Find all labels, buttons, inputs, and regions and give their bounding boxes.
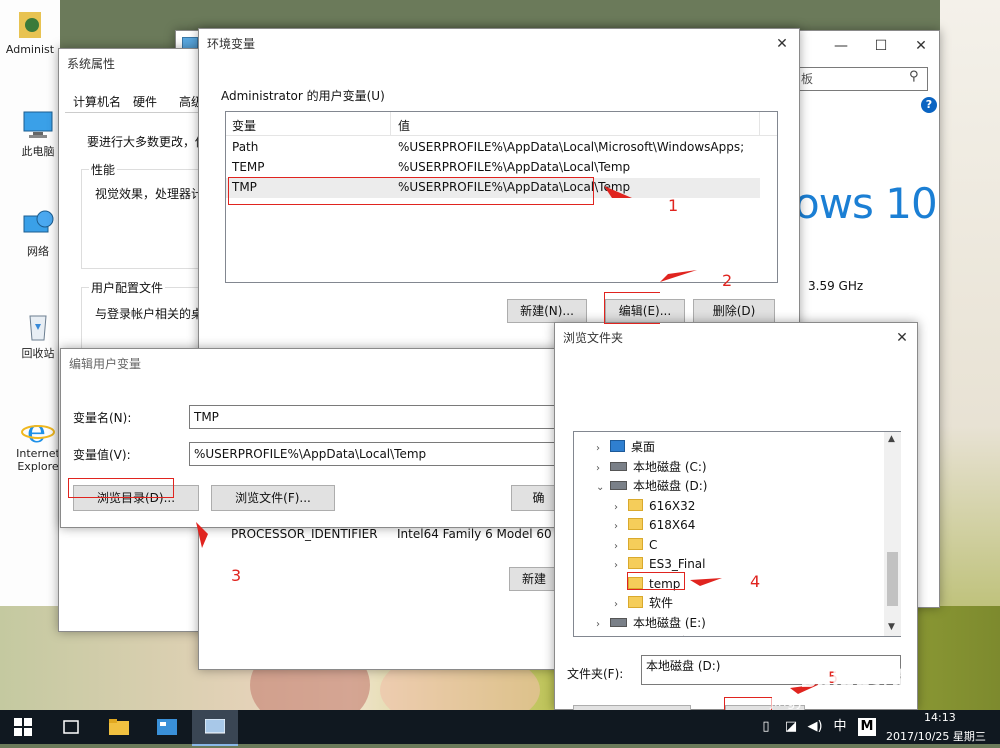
watermark-url: jingyan.baidu.com (770, 694, 900, 710)
watermark-brand: Baidu经验 (800, 662, 915, 694)
taskbar-system-properties[interactable] (192, 710, 238, 746)
watermark-brand-cn: 经验 (870, 668, 915, 693)
arrow-1-icon (604, 186, 632, 198)
annotation-4: 4 (750, 572, 761, 591)
task-view-icon (63, 720, 79, 734)
task-view-button[interactable] (48, 710, 94, 744)
annotation-3: 3 (231, 566, 242, 585)
clock-date[interactable]: 2017/10/25 星期三 (886, 728, 986, 744)
windows-start-icon (14, 718, 32, 736)
watermark-brand-text: Baidu (800, 668, 871, 693)
arrow-3-icon (196, 522, 208, 548)
arrow-4-icon (690, 578, 722, 586)
ime-indicator[interactable]: 中 (828, 710, 852, 744)
ime-mode-icon[interactable]: M (858, 718, 876, 736)
battery-icon[interactable]: ▯ (756, 710, 776, 744)
taskbar-control-panel[interactable] (144, 710, 190, 744)
annotation-1: 1 (668, 196, 679, 215)
taskbar: ▯ ◪ ◀) 中 M 14:13 2017/10/25 星期三 (0, 710, 1000, 746)
annotation-arrows (196, 186, 820, 694)
volume-icon[interactable]: ◀) (804, 710, 826, 744)
clock-time[interactable]: 14:13 (924, 711, 956, 724)
annotation-2: 2 (722, 271, 733, 290)
control-panel-icon (157, 719, 177, 735)
system-properties-icon (204, 718, 226, 734)
network-tray-icon[interactable]: ◪ (780, 710, 802, 744)
arrow-2-icon (660, 270, 697, 282)
start-button[interactable] (0, 710, 46, 744)
taskbar-explorer[interactable] (96, 710, 142, 744)
file-explorer-icon (109, 719, 129, 735)
